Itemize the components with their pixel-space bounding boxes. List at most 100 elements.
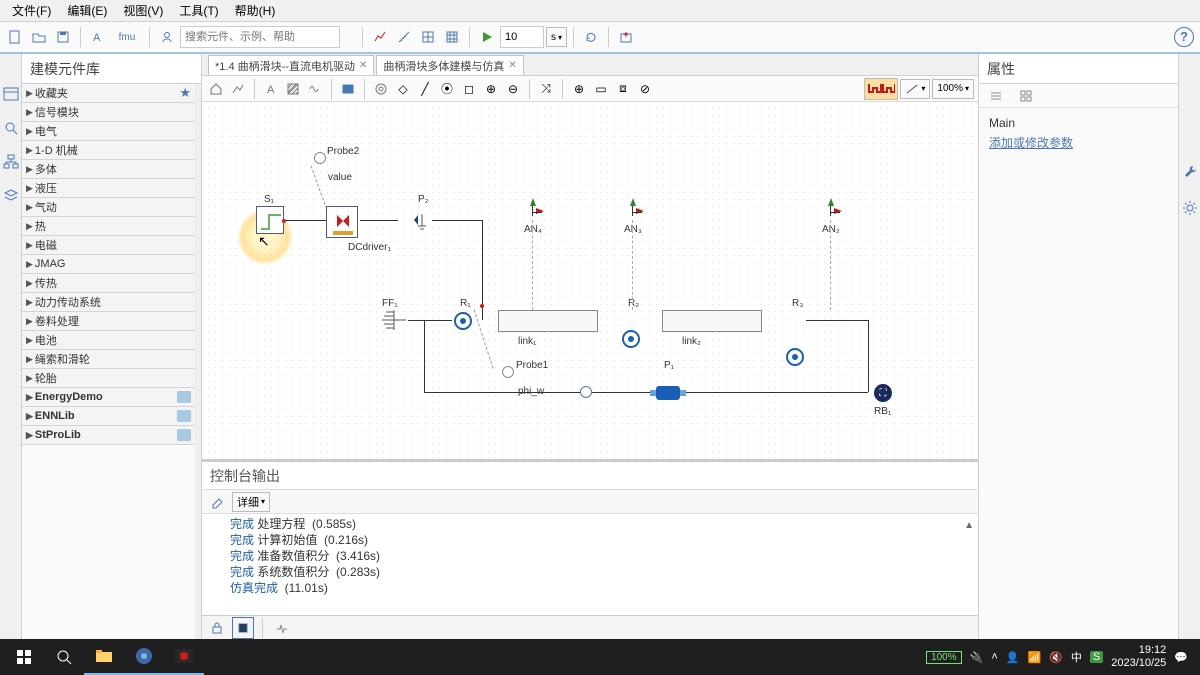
plot-ruler-icon[interactable]	[393, 26, 415, 48]
leftstrip-hierarchy-icon[interactable]	[3, 154, 19, 170]
component-step-source[interactable]	[256, 206, 284, 234]
library-item[interactable]: ▶卷料处理	[22, 312, 195, 331]
close-icon[interactable]: ✕	[508, 60, 516, 71]
probe-icon[interactable]: ⦿	[437, 79, 457, 99]
vertices-icon[interactable]: ◇	[393, 79, 413, 99]
library-item[interactable]: ▶信号模块	[22, 103, 195, 122]
library-item[interactable]: ▶电池	[22, 331, 195, 350]
taskbar-explorer-icon[interactable]	[84, 639, 124, 675]
component-probe1[interactable]	[502, 366, 514, 378]
magnet-toggle[interactable]	[864, 78, 898, 100]
home-icon[interactable]	[206, 79, 226, 99]
component-link1[interactable]	[498, 310, 598, 332]
library-item[interactable]: ▶电磁	[22, 236, 195, 255]
export-icon[interactable]	[615, 26, 637, 48]
shuffle-icon[interactable]: ⤨	[536, 79, 556, 99]
library-item[interactable]: ▶StProLib	[22, 426, 195, 445]
wire-mode-select[interactable]: ▾	[900, 79, 930, 99]
tray-clock[interactable]: 19:122023/10/25	[1111, 644, 1166, 670]
component-rigid-body[interactable]: ⛶	[874, 384, 892, 402]
library-item[interactable]: ▶收藏夹★	[22, 84, 195, 103]
library-item[interactable]: ▶传热	[22, 274, 195, 293]
tray-wifi-icon[interactable]: 📶	[1027, 651, 1041, 664]
leftstrip-layers-icon[interactable]	[3, 188, 19, 204]
fit-icon[interactable]: ▭	[591, 79, 611, 99]
run-icon[interactable]	[476, 26, 498, 48]
help-icon[interactable]: ?	[1174, 27, 1194, 47]
tray-people-icon[interactable]: 👤	[1006, 651, 1020, 664]
add-port-icon[interactable]: ⊕	[481, 79, 501, 99]
leftstrip-tree-icon[interactable]	[3, 86, 19, 102]
tray-power-icon[interactable]: 🔌	[970, 651, 984, 664]
actual-icon[interactable]: ⧈	[613, 79, 633, 99]
canvas-scroll[interactable]: ↖ S₁ Probe2 value	[202, 102, 978, 459]
component-dcdriver[interactable]	[326, 206, 358, 238]
tray-up-icon[interactable]: ˄	[991, 651, 997, 663]
start-button[interactable]	[4, 639, 44, 675]
annotate-icon[interactable]: A	[87, 26, 109, 48]
library-item[interactable]: ▶EnergyDemo	[22, 388, 195, 407]
plot-line-icon[interactable]	[369, 26, 391, 48]
library-item[interactable]: ▶电气	[22, 122, 195, 141]
block-icon[interactable]	[338, 79, 358, 99]
taskbar-app-icon[interactable]	[124, 639, 164, 675]
del-port-icon[interactable]: ⊖	[503, 79, 523, 99]
zoom-plus-icon[interactable]: ⊕	[569, 79, 589, 99]
target-icon[interactable]	[371, 79, 391, 99]
library-item[interactable]: ▶气动	[22, 198, 195, 217]
component-p2[interactable]	[398, 214, 432, 232]
library-item[interactable]: ▶ENNLib	[22, 407, 195, 426]
zoom-select[interactable]: 100%▾	[932, 79, 974, 99]
close-icon[interactable]: ✕	[359, 60, 367, 71]
tab-model-1[interactable]: *1.4 曲柄滑块--直流电机驱动✕	[208, 55, 374, 75]
text-icon[interactable]: A	[261, 79, 281, 99]
library-item[interactable]: ▶绳索和滑轮	[22, 350, 195, 369]
component-revolute-2[interactable]	[622, 330, 640, 348]
taskbar-recorder-icon[interactable]	[164, 639, 204, 675]
tray-s-icon[interactable]: S	[1090, 651, 1103, 663]
console-detail-select[interactable]: 详细▾	[232, 492, 270, 512]
open-icon[interactable]	[28, 26, 50, 48]
library-item[interactable]: ▶1-D 机械	[22, 141, 195, 160]
prop-list-icon[interactable]	[985, 85, 1007, 107]
refresh-icon[interactable]	[580, 26, 602, 48]
menu-file[interactable]: 文件(F)	[6, 0, 57, 21]
add-param-link[interactable]: 添加或修改参数	[989, 134, 1168, 151]
scroll-up-icon[interactable]: ▲	[964, 518, 974, 534]
library-item[interactable]: ▶JMAG	[22, 255, 195, 274]
component-probe2[interactable]	[314, 152, 326, 164]
fmu-button[interactable]: fmu	[111, 26, 143, 48]
console-output[interactable]: ▲ 完成 处理方程 (0.585s)完成 计算初始值 (0.216s)完成 准备…	[202, 514, 978, 615]
library-item[interactable]: ▶多体	[22, 160, 195, 179]
prop-grid-icon[interactable]	[1015, 85, 1037, 107]
tray-ime[interactable]: 中	[1071, 649, 1082, 665]
node-midpoint[interactable]	[580, 386, 592, 398]
component-revolute-1[interactable]	[454, 312, 472, 330]
tray-notification-icon[interactable]: 💬	[1174, 651, 1188, 664]
taskbar-search-icon[interactable]	[44, 639, 84, 675]
tray-volume-icon[interactable]: 🔇	[1049, 651, 1063, 664]
rightstrip-wrench-icon[interactable]	[1182, 164, 1198, 180]
leftstrip-search-icon[interactable]	[3, 120, 19, 136]
library-item[interactable]: ▶轮胎	[22, 369, 195, 388]
library-item[interactable]: ▶液压	[22, 179, 195, 198]
menu-view[interactable]: 视图(V)	[117, 0, 169, 21]
lock-icon[interactable]	[206, 617, 228, 639]
library-item[interactable]: ▶动力传动系统	[22, 293, 195, 312]
battery-indicator[interactable]: 100%	[926, 651, 962, 664]
pulse-icon[interactable]	[271, 617, 293, 639]
sim-time-input[interactable]	[500, 26, 544, 48]
component-revolute-3[interactable]	[786, 348, 804, 366]
grid-icon[interactable]	[417, 26, 439, 48]
component-link2[interactable]	[662, 310, 762, 332]
menu-help[interactable]: 帮助(H)	[229, 0, 282, 21]
user-icon[interactable]	[156, 26, 178, 48]
rightstrip-gear-icon[interactable]	[1182, 200, 1198, 216]
table-icon[interactable]	[441, 26, 463, 48]
component-p1-motor[interactable]	[648, 382, 688, 404]
save-icon[interactable]	[52, 26, 74, 48]
tab-model-2[interactable]: 曲柄滑块多体建模与仿真✕	[376, 55, 523, 75]
new-icon[interactable]	[4, 26, 26, 48]
menu-tools[interactable]: 工具(T)	[173, 0, 224, 21]
library-item[interactable]: ▶热	[22, 217, 195, 236]
